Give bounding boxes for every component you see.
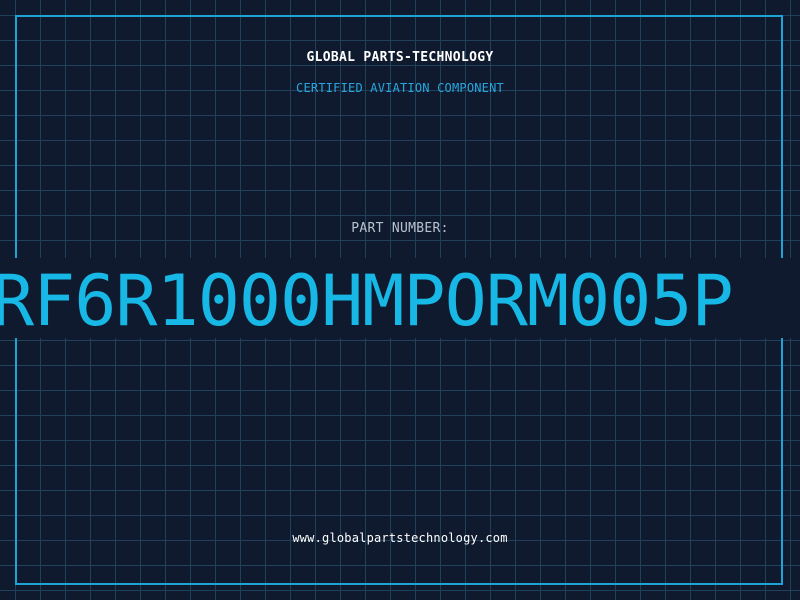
company-name: GLOBAL PARTS-TECHNOLOGY: [306, 50, 494, 65]
part-card: GLOBAL PARTS-TECHNOLOGY CERTIFIED AVIATI…: [0, 0, 800, 600]
website-url: www.globalpartstechnology.com: [292, 531, 508, 545]
part-number-band: RF6R1000HMPORM005P: [0, 258, 800, 338]
certification-tagline: CERTIFIED AVIATION COMPONENT: [296, 81, 504, 95]
part-number-label: PART NUMBER:: [351, 221, 449, 236]
part-number-value: RF6R1000HMPORM005P: [0, 260, 734, 338]
